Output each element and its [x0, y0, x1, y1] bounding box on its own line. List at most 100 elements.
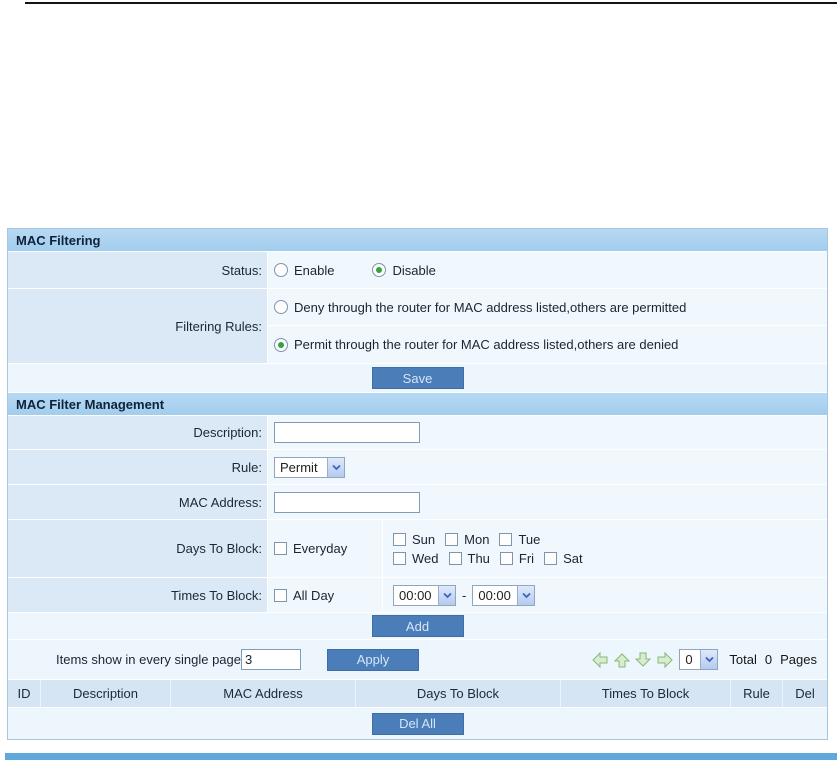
time-from-select[interactable]: 00:00 — [393, 584, 456, 606]
wed-checkbox[interactable] — [393, 551, 406, 565]
col-header-days-to-block: Days To Block — [356, 680, 561, 707]
status-enable-option[interactable]: Enable — [274, 263, 334, 278]
tue-checkbox[interactable] — [499, 532, 513, 546]
all-day-checkbox[interactable] — [274, 588, 287, 602]
thu-label: Thu — [467, 550, 490, 566]
time-range-separator: - — [462, 587, 467, 603]
everyday-label: Everyday — [293, 541, 348, 556]
permit-rule-option[interactable]: Permit through the router for MAC addres… — [274, 337, 678, 352]
bottom-bar — [5, 753, 837, 760]
sun-label: Sun — [412, 531, 436, 547]
mac-filtering-panel: MAC Filtering Status: Enable Disable Fil… — [7, 228, 828, 740]
chevron-down-icon — [327, 457, 344, 477]
status-disable-option[interactable]: Disable — [372, 263, 436, 278]
description-label: Description: — [8, 416, 268, 449]
pagination-row: Items show in every single page Apply 0 — [8, 640, 827, 680]
tue-label: Tue — [518, 531, 541, 547]
col-header-rule: Rule — [731, 680, 783, 707]
days-to-block-row: Days To Block: Everyday Sun Mon Tue Wed … — [8, 520, 827, 578]
sun-checkbox[interactable] — [393, 532, 406, 546]
apply-button[interactable]: Apply — [326, 648, 419, 671]
del-all-row: Del All — [8, 708, 827, 739]
pager-controls: 0 Total 0 Pages — [591, 649, 817, 670]
page-number-value: 0 — [685, 652, 693, 667]
total-count: 0 — [764, 652, 773, 667]
pagination-up-arrow-icon[interactable] — [614, 652, 631, 668]
days-to-block-label: Days To Block: — [8, 520, 268, 577]
filtering-rules-row: Filtering Rules: Deny through the router… — [8, 289, 827, 364]
rule-row: Rule: Permit — [8, 450, 827, 485]
sat-checkbox[interactable] — [544, 551, 558, 565]
day-option-wed[interactable]: Wed — [393, 551, 439, 566]
deny-rule-option[interactable]: Deny through the router for MAC address … — [274, 300, 686, 315]
disable-radio[interactable] — [372, 263, 387, 277]
everyday-checkbox[interactable] — [274, 542, 287, 555]
description-input[interactable] — [274, 422, 420, 443]
description-row: Description: — [8, 416, 827, 450]
section-title: MAC Filtering — [16, 232, 101, 248]
col-header-description: Description — [41, 680, 171, 707]
mon-checkbox[interactable] — [445, 532, 459, 546]
rule-label: Rule: — [8, 450, 268, 484]
day-option-sun[interactable]: Sun — [393, 532, 435, 547]
times-to-block-label: Times To Block: — [8, 578, 268, 612]
status-label: Status: — [8, 252, 268, 288]
col-header-mac-address: MAC Address — [171, 680, 356, 707]
chevron-down-icon — [700, 650, 718, 669]
add-row: Add — [8, 613, 827, 640]
chevron-down-icon — [517, 585, 535, 605]
fri-checkbox[interactable] — [499, 551, 513, 565]
deny-rule-radio[interactable] — [274, 300, 288, 314]
items-per-page-input[interactable] — [240, 649, 301, 670]
time-to-value: 00:00 — [478, 587, 511, 603]
save-button[interactable]: Save — [371, 367, 464, 389]
mac-address-input[interactable] — [274, 491, 420, 513]
add-button[interactable]: Add — [371, 615, 464, 637]
del-all-button[interactable]: Del All — [371, 712, 464, 735]
mon-label: Mon — [464, 531, 490, 547]
col-header-del: Del — [795, 686, 815, 701]
day-option-sat[interactable]: Sat — [544, 551, 583, 566]
all-day-option[interactable]: All Day — [274, 588, 334, 603]
day-option-fri[interactable]: Fri — [499, 550, 535, 566]
total-suffix: Pages — [780, 652, 817, 667]
day-option-mon[interactable]: Mon — [445, 532, 489, 547]
rule-select[interactable]: Permit — [274, 456, 345, 478]
all-day-label: All Day — [293, 587, 335, 603]
col-header-times-to-block: Times To Block — [561, 680, 731, 707]
enable-radio[interactable] — [274, 263, 288, 277]
page-number-select[interactable]: 0 — [679, 649, 719, 670]
permit-rule-radio[interactable] — [274, 337, 288, 352]
enable-radio-label: Enable — [294, 262, 335, 278]
permit-rule-label: Permit through the router for MAC addres… — [294, 337, 679, 352]
wed-label: Wed — [412, 550, 439, 566]
top-horizontal-rule — [25, 2, 837, 4]
section-title: MAC Filter Management — [16, 396, 165, 412]
chevron-down-icon — [438, 585, 455, 605]
save-row: Save — [8, 364, 827, 393]
day-option-tue[interactable]: Tue — [499, 532, 540, 547]
pagination-down-arrow-icon[interactable] — [635, 652, 652, 668]
thu-checkbox[interactable] — [448, 551, 462, 565]
time-from-value: 00:00 — [399, 587, 432, 603]
day-option-thu[interactable]: Thu — [448, 550, 490, 566]
filtering-rules-label: Filtering Rules: — [8, 289, 268, 363]
mac-filtering-section-header: MAC Filtering — [8, 229, 827, 252]
mac-address-row: MAC Address: — [8, 485, 827, 520]
time-to-select[interactable]: 00:00 — [472, 584, 536, 606]
col-header-id: ID — [8, 680, 41, 707]
times-to-block-row: Times To Block: All Day 00:00 - 00:00 — [8, 578, 827, 613]
everyday-option[interactable]: Everyday — [274, 541, 347, 556]
mac-address-label: MAC Address: — [8, 485, 268, 519]
pagination-left-arrow-icon[interactable] — [591, 651, 609, 668]
total-prefix: Total — [729, 652, 757, 667]
total-pages-text: Total 0 Pages — [729, 652, 817, 667]
sat-label: Sat — [563, 550, 583, 566]
items-per-page-label: Items show in every single page — [56, 652, 241, 667]
deny-rule-label: Deny through the router for MAC address … — [294, 299, 687, 315]
rule-select-value: Permit — [280, 459, 318, 475]
pagination-right-arrow-icon[interactable] — [656, 651, 674, 668]
status-row: Status: Enable Disable — [8, 252, 827, 289]
fri-label: Fri — [518, 550, 535, 566]
mac-filter-management-section-header: MAC Filter Management — [8, 393, 827, 416]
